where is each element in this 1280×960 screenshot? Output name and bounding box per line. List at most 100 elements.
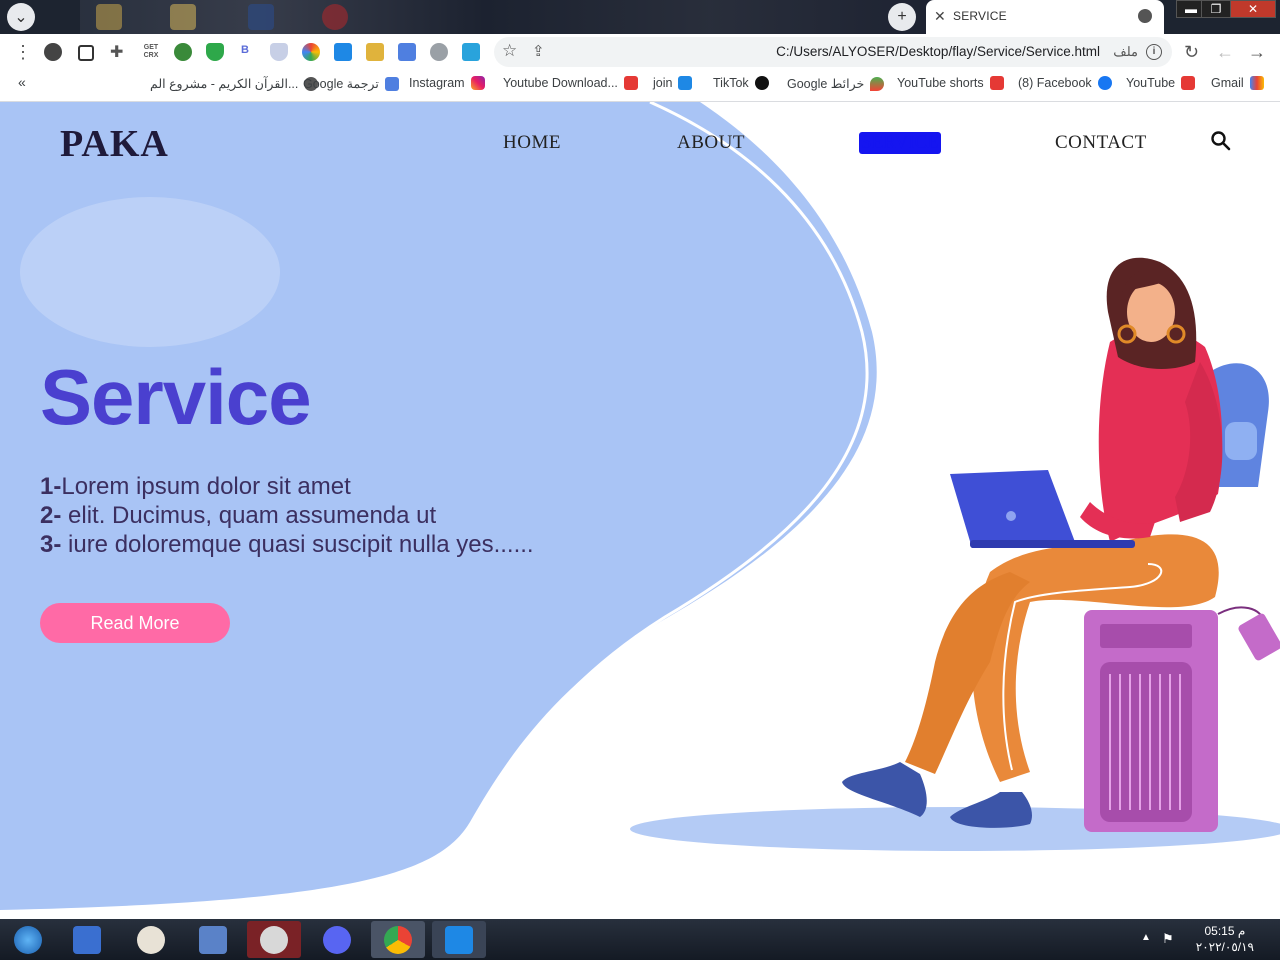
bookmark-star-icon[interactable]: ☆ [502,41,517,61]
bookmark-item[interactable]: Instagram [409,76,485,90]
clock-app-icon [137,925,165,954]
back-arrow-icon[interactable]: → [1248,42,1266,63]
shield-extension-icon[interactable] [270,43,288,61]
search-icon[interactable] [1210,130,1232,152]
snipping-tool-icon [260,925,288,954]
bookmark-item[interactable]: YouTube shorts [897,76,1004,90]
url-scheme-label: ملف [1113,44,1138,59]
network-icon [199,925,227,954]
profile-avatar[interactable] [44,43,62,61]
site-info-icon[interactable]: i [1146,44,1162,60]
hero-title: Service [40,353,312,441]
extension-icon[interactable] [462,43,480,61]
tiktok-icon [754,76,769,90]
bookmark-item[interactable]: (8) Facebook [1018,76,1112,90]
vscode-icon [678,76,693,90]
restore-button[interactable]: ❐ [1201,0,1231,18]
bookmark-item[interactable]: Youtube Download... [503,76,638,90]
bookmarks-overflow-button[interactable]: « [18,74,26,90]
browser-tab-active[interactable]: ✕ SERVICE [926,0,1164,34]
nav-service-active[interactable]: SERVICE [859,132,941,154]
bookmark-label: Youtube Download... [503,76,618,90]
chrome-icon [384,925,412,954]
clock-time: 05:15 م [1204,924,1246,938]
extension-icon[interactable] [366,43,384,61]
bookmark-item[interactable]: القرآن الكريم - مشروع الم... [150,76,319,91]
bookmark-label: YouTube shorts [897,76,984,90]
translate-extension-icon[interactable] [398,43,416,61]
taskbar-app-chrome[interactable] [371,921,425,958]
close-tab-icon[interactable]: ✕ [934,8,946,25]
item-text: elit. Ducimus, quam assumenda ut [61,502,437,529]
read-more-button[interactable]: Read More [40,603,230,643]
speed-extension-icon[interactable] [430,43,448,61]
record-icon [322,4,348,30]
bookmark-item[interactable]: Gmail [1211,76,1264,90]
plus-icon: + [897,8,907,25]
b-extension-icon[interactable]: B [241,44,249,56]
service-list-item: 1-Lorem ipsum dolor sit amet [40,473,351,501]
bookmark-label: Google خرائط [787,77,865,91]
bookmark-item[interactable]: TikTok [713,76,769,90]
extension-icon[interactable] [174,43,192,61]
desktop-background [80,0,980,34]
desktop-folder-icon [170,4,196,30]
google-translate-icon [384,77,399,91]
start-button[interactable] [0,921,56,958]
tab-title: SERVICE [953,9,1007,23]
webpage: PAKA HOME ABOUT SERVICE CONTACT Service … [0,102,1280,919]
tray-expand-icon[interactable]: ▲ [1141,932,1151,943]
flag-icon[interactable]: ⚑ [1162,931,1174,947]
url-text[interactable]: C:/Users/ALYOSER/Desktop/flay/Service/Se… [776,44,1100,59]
download-icon [623,76,638,90]
bookmark-item[interactable]: YouTube [1126,76,1196,90]
bookmark-label: (8) Facebook [1018,76,1092,90]
clock-date: ٢٠٢٢/٠٥/١٩ [1195,940,1254,954]
tab-search-button[interactable]: ⌄ [7,3,35,31]
taskbar-app-vscode[interactable] [432,921,486,958]
menu-dots-icon[interactable]: ⋮ [14,42,32,63]
globe-icon [1138,9,1152,23]
taskbar-app[interactable] [124,921,178,958]
chevron-down-icon: ⌄ [14,9,28,26]
shield-extension-icon[interactable] [206,43,224,61]
system-clock[interactable]: 05:15 م ٢٠٢٢/٠٥/١٩ [1196,923,1254,955]
nav-contact[interactable]: CONTACT [1055,132,1147,154]
item-text: iure doloremque quasi suscipit nulla yes… [61,531,534,558]
bookmark-item[interactable]: Google خرائط [787,76,885,91]
color-extension-icon[interactable] [302,43,320,61]
bookmark-label: Gmail [1211,76,1244,90]
taskbar-app[interactable] [186,921,240,958]
taskbar-app[interactable] [310,921,364,958]
bookmarks-bar: « القرآن الكريم - مشروع الم... Google تر… [0,70,1280,102]
nav-about[interactable]: ABOUT [677,132,745,154]
download-extension-icon[interactable] [334,43,352,61]
bookmark-label: TikTok [713,76,749,90]
bookmark-item[interactable]: join [653,76,693,90]
side-panel-icon[interactable] [78,45,94,61]
new-tab-button[interactable]: + [888,3,916,31]
item-number: 3- [40,531,62,558]
item-text: Lorem ipsum dolor sit amet [61,473,351,500]
google-maps-icon [870,77,885,91]
extensions-puzzle-icon[interactable]: ✚ [110,42,123,62]
photoshop-icon [248,4,274,30]
site-logo[interactable]: PAKA [60,122,169,166]
windows-logo-icon [14,925,42,954]
nav-home[interactable]: HOME [503,132,561,154]
share-icon[interactable]: ⇪ [532,42,545,60]
reload-icon[interactable]: ↻ [1184,42,1199,63]
bookmark-label: القرآن الكريم - مشروع الم... [150,77,299,91]
forward-arrow-icon[interactable]: ← [1216,42,1234,63]
address-bar[interactable]: ☆ ⇪ C:/Users/ALYOSER/Desktop/flay/Servic… [494,37,1172,67]
discord-icon [323,925,351,954]
close-window-button[interactable]: ✕ [1230,0,1276,18]
windows-taskbar: ▲ ⚑ 05:15 م ٢٠٢٢/٠٥/١٩ [0,919,1280,960]
get-crx-extension-icon[interactable]: GET CRX [142,44,160,60]
taskbar-app[interactable] [247,921,301,958]
service-list-item: 3- iure doloremque quasi suscipit nulla … [40,531,534,559]
bookmark-item[interactable]: Google ترجمة [303,76,399,91]
taskbar-app[interactable] [60,921,114,958]
bookmark-label: YouTube [1126,76,1176,90]
youtube-icon [1181,76,1196,90]
